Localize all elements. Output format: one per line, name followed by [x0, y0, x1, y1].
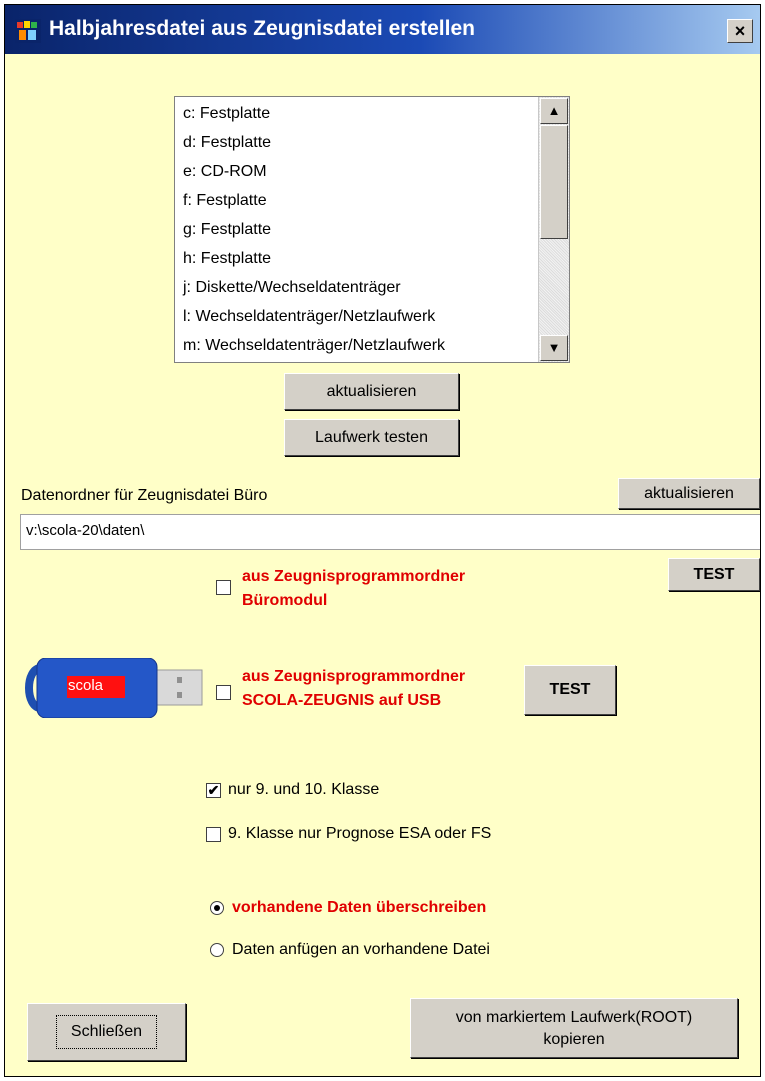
usb-stick-image [25, 658, 203, 718]
refresh-folder-button[interactable]: aktualisieren [618, 478, 760, 509]
copy-from-drive-button[interactable]: von markiertem Laufwerk(ROOT) kopieren [410, 998, 738, 1058]
data-folder-path-input[interactable]: v:\scola-20\daten\ [20, 514, 760, 550]
usb-option-label-line1: aus Zeugnisprogrammordner [242, 668, 466, 685]
close-button-label: Schließen [55, 1015, 158, 1049]
dialog-window: Halbjahresdatei aus Zeugnisdatei erstell… [4, 4, 761, 1077]
drive-list-item[interactable]: l: Wechseldatenträger/Netzlaufwerk [175, 302, 538, 331]
drive-list-item[interactable]: d: Festplatte [175, 128, 538, 157]
window-title: Halbjahresdatei aus Zeugnisdatei erstell… [49, 17, 475, 40]
drive-listbox[interactable]: c: Festplatte d: Festplatte e: CD-ROM f: Fe… [174, 96, 570, 363]
drive-list-item[interactable]: g: Festplatte [175, 215, 538, 244]
buero-checkbox[interactable] [216, 580, 231, 595]
buero-option-label-line2: Büromodul [242, 592, 328, 609]
test-drive-button[interactable]: Laufwerk testen [284, 419, 459, 456]
prognose-checkbox[interactable] [206, 827, 221, 842]
scroll-down-icon[interactable]: ▼ [540, 335, 568, 361]
usb-stick-label: scola [68, 677, 104, 694]
scroll-up-icon[interactable]: ▲ [540, 98, 568, 124]
class-9-10-checkbox[interactable]: ✔ [206, 783, 221, 798]
drive-list-item[interactable]: j: Diskette/Wechseldatenträger [175, 273, 538, 302]
copy-button-line1: von markiertem Laufwerk(ROOT) [455, 1009, 693, 1026]
drive-list-scrollbar[interactable]: ▲ ▼ [538, 97, 569, 362]
drive-list-item[interactable]: h: Festplatte [175, 244, 538, 273]
close-button[interactable]: Schließen [27, 1003, 186, 1061]
data-folder-label: Datenordner für Zeugnisdatei Büro [21, 487, 268, 504]
test-buero-button[interactable]: TEST [668, 558, 760, 591]
copy-button-line2: kopieren [543, 1031, 605, 1048]
drive-items: c: Festplatte d: Festplatte e: CD-ROM f: Fe… [175, 99, 538, 360]
append-label: Daten anfügen an vorhandene Datei [232, 941, 490, 958]
append-radio[interactable] [210, 943, 224, 957]
title-bar[interactable]: Halbjahresdatei aus Zeugnisdatei erstell… [5, 5, 760, 54]
radio-selected-dot [214, 905, 220, 911]
drive-list-item[interactable]: m: Wechseldatenträger/Netzlaufwerk [175, 331, 538, 360]
drive-list-item[interactable]: f: Festplatte [175, 186, 538, 215]
prognose-label: 9. Klasse nur Prognose ESA oder FS [228, 825, 492, 842]
usb-checkbox[interactable] [216, 685, 231, 700]
app-icon [15, 19, 41, 43]
test-usb-button[interactable]: TEST [524, 665, 616, 715]
buero-option-label-line1: aus Zeugnisprogrammordner [242, 568, 466, 585]
class-9-10-label: nur 9. und 10. Klasse [228, 781, 380, 798]
scrollbar-thumb[interactable] [540, 125, 568, 239]
drive-list-item[interactable]: e: CD-ROM [175, 157, 538, 186]
usb-option-label-line2: SCOLA-ZEUGNIS auf USB [242, 692, 442, 709]
refresh-drives-button[interactable]: aktualisieren [284, 373, 459, 410]
overwrite-label: vorhandene Daten überschreiben [232, 899, 487, 916]
close-icon[interactable]: × [727, 19, 753, 43]
drive-list-item[interactable]: c: Festplatte [175, 99, 538, 128]
overwrite-radio[interactable] [210, 901, 224, 915]
